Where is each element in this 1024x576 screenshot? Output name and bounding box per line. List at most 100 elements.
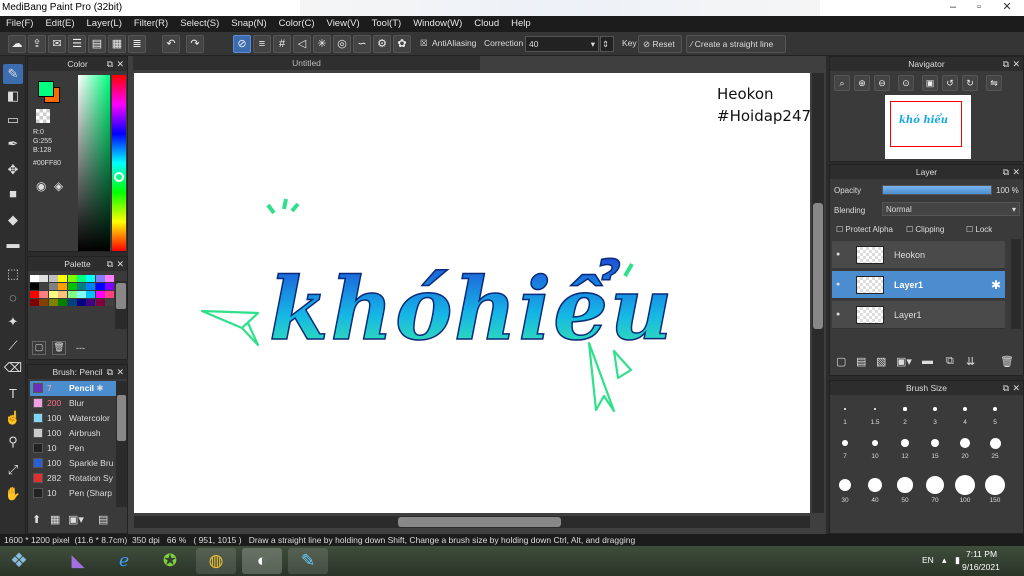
menu-view[interactable]: View(V) — [321, 16, 366, 32]
material-icon[interactable]: ▦ — [108, 35, 126, 53]
undock-icon[interactable]: ⧉ — [1003, 165, 1009, 179]
menu-filter[interactable]: Filter(R) — [128, 16, 174, 32]
palette-swatch[interactable] — [58, 291, 68, 298]
antialiasing-checkbox-icon[interactable]: ☒ — [420, 38, 428, 49]
brush-size-dot[interactable] — [962, 406, 968, 412]
menu-snap[interactable]: Snap(N) — [225, 16, 272, 32]
fill-rect-tool-icon[interactable]: ■ — [3, 184, 23, 204]
rectangle-tool-icon[interactable]: ▭ — [3, 110, 23, 130]
palette-swatch[interactable] — [30, 291, 39, 298]
color-wheel-icon[interactable]: ◉ — [36, 179, 46, 193]
palette-swatch[interactable] — [95, 283, 105, 290]
palette-swatch[interactable] — [95, 275, 105, 282]
hand-tool-icon[interactable]: ✋ — [3, 484, 23, 504]
brush-size-dot[interactable] — [843, 407, 847, 411]
eyedropper-tool-icon[interactable]: ⚲ — [3, 432, 23, 452]
close-icon[interactable]: ✕ — [1012, 381, 1020, 395]
palette-swatch[interactable] — [105, 291, 115, 298]
brush-menu-icon[interactable]: ▣▾ — [68, 513, 84, 526]
layer-row[interactable]: ● Layer1 — [832, 301, 1005, 329]
delete-palette-icon[interactable]: 🗑 — [52, 341, 66, 355]
select-rect-tool-icon[interactable]: ⬚ — [3, 264, 23, 284]
undock-icon[interactable]: ⧉ — [1003, 381, 1009, 395]
snap-grid-icon[interactable]: # — [273, 35, 291, 53]
brush-size-dot[interactable] — [903, 407, 907, 411]
canvas-vertical-scrollbar[interactable] — [812, 73, 824, 513]
brush-item[interactable]: 10 Pen (Sharp — [30, 486, 127, 501]
palette-swatch[interactable] — [48, 275, 58, 282]
magic-wand-tool-icon[interactable]: ✦ — [3, 312, 23, 332]
snap-circle-icon[interactable]: ◎ — [333, 35, 351, 53]
navigator-thumbnail[interactable]: khó hiểu — [885, 95, 971, 159]
palette-swatch[interactable] — [105, 275, 115, 282]
brush-size-dot[interactable] — [933, 407, 937, 411]
palette-swatch[interactable] — [48, 299, 58, 306]
palette-swatch[interactable] — [67, 283, 77, 290]
snap-off-icon[interactable]: ⊘ — [233, 35, 251, 53]
visibility-eye-icon[interactable]: ● — [836, 301, 840, 329]
palette-swatch[interactable] — [58, 299, 68, 306]
close-icon[interactable]: ✕ — [1012, 165, 1020, 179]
protect-alpha-checkbox[interactable]: ☐ Protect Alpha — [836, 225, 893, 234]
bucket-tool-icon[interactable]: ◆ — [3, 210, 23, 230]
palette-swatch[interactable] — [48, 283, 58, 290]
transparent-swatch[interactable] — [36, 109, 50, 123]
brush-tool-icon[interactable]: ✎ — [3, 64, 23, 84]
operation-tool-icon[interactable]: ☝ — [3, 408, 23, 428]
blending-select[interactable]: Normal ▾ — [882, 202, 1020, 216]
brush-size-dot[interactable] — [992, 406, 998, 412]
palette-swatch[interactable] — [105, 283, 115, 290]
menu-edit[interactable]: Edit(E) — [39, 16, 80, 32]
visibility-eye-icon[interactable]: ● — [836, 271, 840, 299]
brush-size-dot[interactable] — [901, 439, 909, 447]
add-layer-menu-icon[interactable]: ▣▾ — [896, 355, 912, 368]
snap-curve-icon[interactable]: ∽ — [353, 35, 371, 53]
brush-add-icon[interactable]: ⬆ — [32, 513, 41, 526]
menu-file[interactable]: File(F) — [0, 16, 39, 32]
menu-color[interactable]: Color(C) — [273, 16, 321, 32]
clock-time[interactable]: 7:11 PM — [966, 549, 997, 559]
cloud-save-icon[interactable]: ☰ — [68, 35, 86, 53]
brush-size-dot[interactable] — [842, 440, 848, 446]
brush-settings-gear-icon[interactable]: ✱ — [94, 383, 103, 393]
cloud-icon[interactable]: ☁ — [8, 35, 26, 53]
close-icon[interactable]: ✕ — [1012, 57, 1020, 71]
palette-swatch[interactable] — [77, 275, 86, 282]
delete-layer-icon[interactable]: 🗑 — [1000, 355, 1014, 368]
brush-item[interactable]: 100 Airbrush — [30, 426, 127, 441]
green-app-icon[interactable]: ✪ — [150, 548, 190, 574]
close-icon[interactable]: ✕ — [116, 365, 124, 379]
new-layer-8bit-icon[interactable]: ▤ — [856, 355, 866, 368]
palette-swatch[interactable] — [58, 275, 68, 282]
tray-arrow-icon[interactable]: ▴ — [942, 555, 947, 566]
brush-item[interactable]: 100 Sparkle Bru — [30, 456, 127, 471]
palette-swatch[interactable] — [95, 299, 105, 306]
saturation-value-field[interactable] — [78, 75, 110, 251]
menu-select[interactable]: Select(S) — [174, 16, 225, 32]
palette-swatch[interactable] — [30, 283, 39, 290]
brush-item[interactable]: 200 Blur — [30, 396, 127, 411]
brush-item[interactable]: 10 Pen — [30, 441, 127, 456]
rotate-left-icon[interactable]: ↺ — [942, 75, 958, 91]
palette-swatch[interactable] — [95, 291, 105, 298]
move-tool-icon[interactable]: ✥ — [3, 160, 23, 180]
palette-swatch[interactable] — [86, 291, 96, 298]
drawing-canvas[interactable]: Heokon #Hoidap247 khó hiểu — [134, 73, 811, 513]
layer-row[interactable]: ● Heokon — [832, 241, 1005, 269]
palette-swatch[interactable] — [39, 291, 49, 298]
hue-slider[interactable] — [112, 75, 126, 251]
text-tool-icon[interactable]: T — [3, 384, 23, 404]
new-layer-1bit-icon[interactable]: ▧ — [876, 355, 886, 368]
document-icon[interactable]: ▤ — [88, 35, 106, 53]
menu-help[interactable]: Help — [505, 16, 537, 32]
brush-scrollbar[interactable] — [116, 381, 127, 507]
undock-icon[interactable]: ⧉ — [107, 57, 113, 71]
select-pen-tool-icon[interactable]: ⟋ — [3, 336, 23, 356]
brush-size-dot[interactable] — [868, 478, 882, 492]
share-icon[interactable]: ⇪ — [28, 35, 46, 53]
reset-button[interactable]: ⊘ Reset — [638, 35, 682, 53]
brush-item[interactable]: 7 Pencil ✱ — [30, 381, 127, 396]
merge-layer-icon[interactable]: ⇊ — [966, 355, 975, 368]
zoom-out-icon[interactable]: ⊖ — [874, 75, 890, 91]
canvas-horizontal-scrollbar[interactable] — [134, 516, 810, 528]
